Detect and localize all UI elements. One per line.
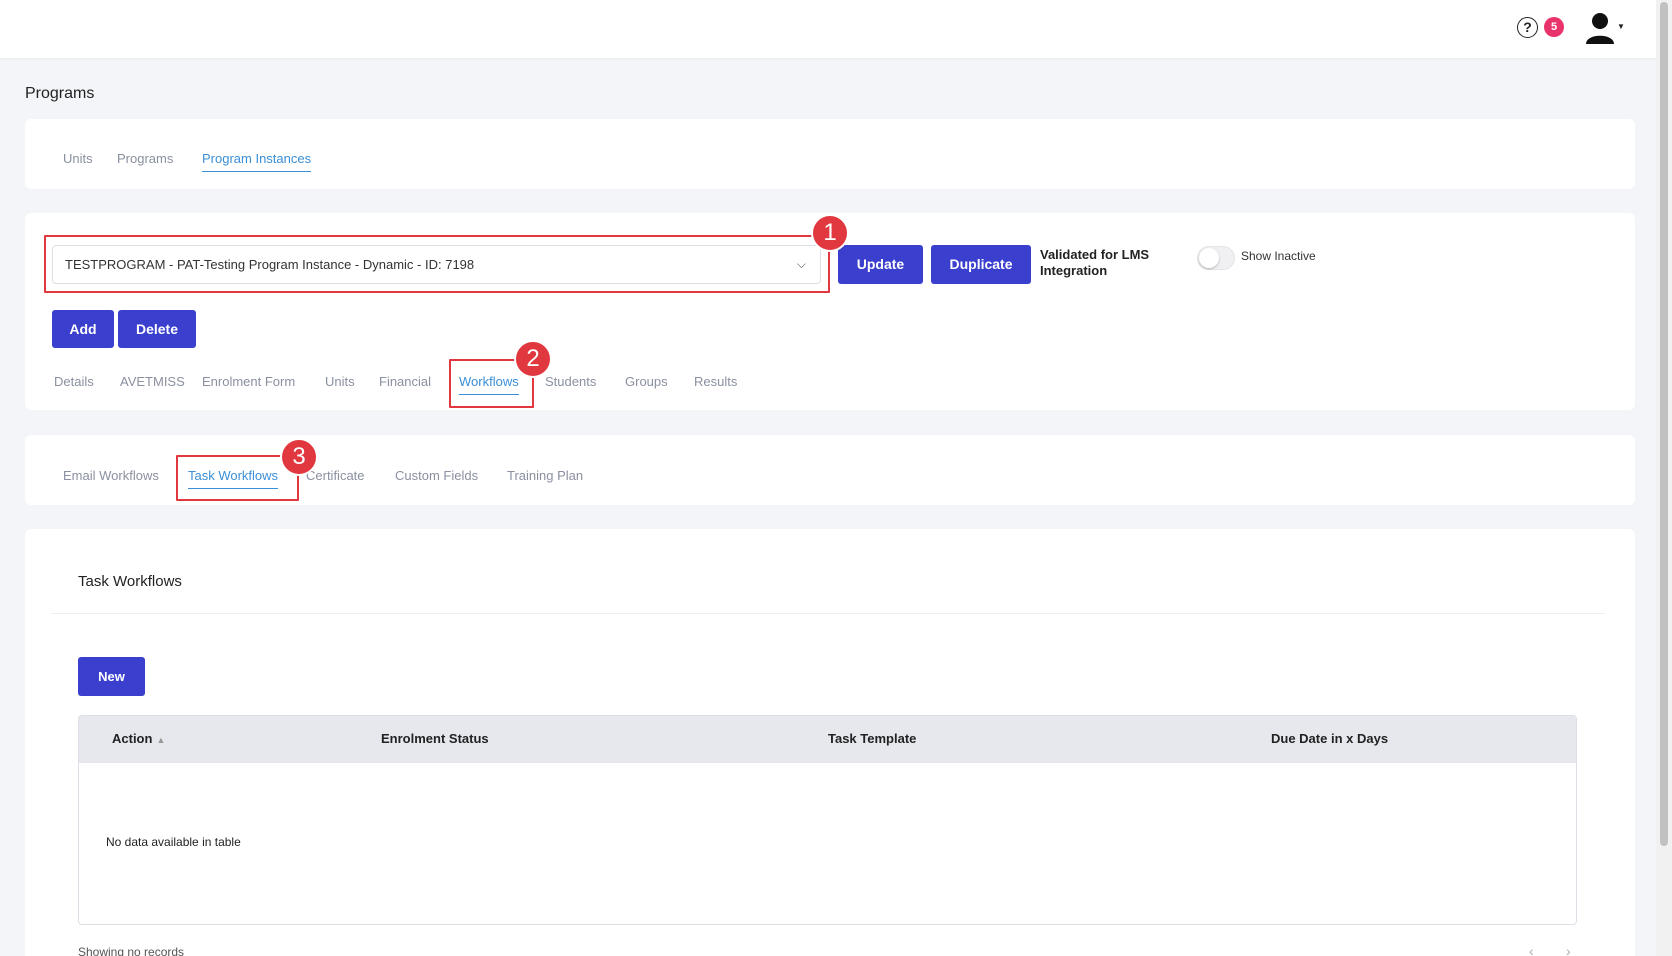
update-button[interactable]: Update <box>838 245 923 284</box>
tab-students[interactable]: Students <box>545 374 596 389</box>
table-header: Action ▲ Enrolment Status Task Template D… <box>79 716 1576 763</box>
column-task-template[interactable]: Task Template <box>828 731 916 746</box>
tab-results[interactable]: Results <box>694 374 737 389</box>
section-title: Task Workflows <box>78 573 182 590</box>
tab-avetmiss[interactable]: AVETMISS <box>120 374 185 389</box>
column-due-date[interactable]: Due Date in x Days <box>1271 731 1388 746</box>
tab-certificate[interactable]: Certificate <box>306 468 365 483</box>
toggle-knob <box>1199 248 1219 268</box>
task-workflows-table: Action ▲ Enrolment Status Task Template D… <box>78 715 1577 925</box>
show-inactive-label: Show Inactive <box>1241 249 1316 263</box>
empty-table-message: No data available in table <box>106 835 241 849</box>
tab-units[interactable]: Units <box>325 374 355 389</box>
divider <box>51 613 1605 614</box>
tab-training-plan[interactable]: Training Plan <box>507 468 583 483</box>
tab-units[interactable]: Units <box>63 151 93 166</box>
column-action[interactable]: Action ▲ <box>112 731 165 746</box>
tab-details[interactable]: Details <box>54 374 94 389</box>
add-button[interactable]: Add <box>52 310 114 348</box>
table-info: Showing no records <box>78 945 185 956</box>
delete-button[interactable]: Delete <box>118 310 196 348</box>
tab-groups[interactable]: Groups <box>625 374 668 389</box>
annotation-badge-1: 1 <box>811 214 849 252</box>
duplicate-button[interactable]: Duplicate <box>931 245 1031 284</box>
page-title: Programs <box>25 85 95 102</box>
pager-next-icon[interactable]: › <box>1566 943 1571 956</box>
top-header: ? 5 ▼ <box>0 0 1656 58</box>
column-enrolment-status[interactable]: Enrolment Status <box>381 731 489 746</box>
tab-custom-fields[interactable]: Custom Fields <box>395 468 478 483</box>
show-inactive-toggle[interactable] <box>1197 246 1235 270</box>
tab-email-workflows[interactable]: Email Workflows <box>63 468 159 483</box>
sort-asc-icon[interactable]: ▲ <box>156 735 165 745</box>
notification-badge[interactable]: 5 <box>1544 17 1564 37</box>
scrollbar-thumb[interactable] <box>1660 2 1668 846</box>
tab-program-instances[interactable]: Program Instances <box>202 151 312 172</box>
tab-programs[interactable]: Programs <box>117 151 173 166</box>
lms-validated-label: Validated for LMS Integration <box>1040 247 1150 278</box>
column-action-label: Action <box>112 731 153 746</box>
tab-financial[interactable]: Financial <box>379 374 431 389</box>
help-icon[interactable]: ? <box>1517 17 1538 38</box>
annotation-box-1 <box>44 235 830 293</box>
annotation-badge-2: 2 <box>514 340 552 378</box>
tab-enrolment-form[interactable]: Enrolment Form <box>202 374 295 389</box>
chevron-down-icon[interactable]: ▼ <box>1617 22 1625 31</box>
annotation-badge-3: 3 <box>280 438 318 476</box>
pager-prev-icon[interactable]: ‹ <box>1529 943 1534 956</box>
new-button[interactable]: New <box>78 657 145 696</box>
